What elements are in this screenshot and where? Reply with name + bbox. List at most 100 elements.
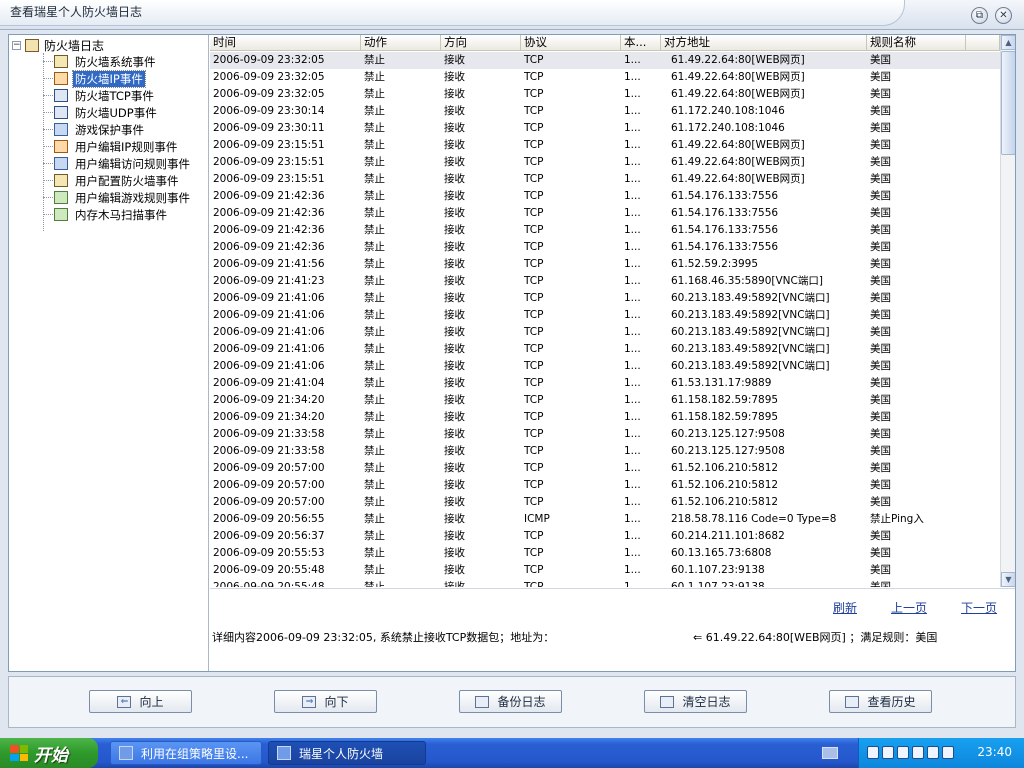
table-cell: ICMP [524, 513, 550, 525]
table-row[interactable]: 2006-09-09 23:32:05 禁止 接收 TCP 1... 61.49.22.6… [210, 86, 1000, 103]
table-row[interactable]: 2006-09-09 21:34:20 禁止 接收 TCP 1... 61.158.182… [210, 392, 1000, 409]
tree-item[interactable]: 防火墙系统事件 [40, 53, 192, 70]
vertical-scrollbar[interactable]: ▲ ▼ [1000, 35, 1015, 587]
ime-icon[interactable] [927, 746, 939, 759]
table-cell: 1... [624, 513, 641, 525]
table-row[interactable]: 2006-09-09 20:55:48 禁止 接收 TCP 1... 60.1.107.2… [210, 562, 1000, 579]
table-cell: 2006-09-09 21:42:36 [213, 190, 325, 202]
refresh-link[interactable]: 刷新 [833, 599, 857, 616]
table-row[interactable]: 2006-09-09 20:57:00 禁止 接收 TCP 1... 61.52.106.… [210, 494, 1000, 511]
umbrella-icon[interactable] [942, 746, 954, 759]
table-row[interactable]: 2006-09-09 23:15:51 禁止 接收 TCP 1... 61.49.22.6… [210, 154, 1000, 171]
column-header[interactable]: 时间 [210, 35, 361, 51]
table-cell: 1... [624, 547, 641, 559]
prev-page-link[interactable]: 上一页 [891, 599, 927, 616]
start-button[interactable]: 开始 [0, 738, 98, 768]
table-row[interactable]: 2006-09-09 21:34:20 禁止 接收 TCP 1... 61.158.182… [210, 409, 1000, 426]
table-row[interactable]: 2006-09-09 21:41:56 禁止 接收 TCP 1... 61.52.59.2… [210, 256, 1000, 273]
table-row[interactable]: 2006-09-09 23:30:14 禁止 接收 TCP 1... 61.172.240… [210, 103, 1000, 120]
tree-item[interactable]: 游戏保护事件 [40, 121, 192, 138]
view-history-button[interactable]: 查看历史 [829, 690, 932, 713]
table-row[interactable]: 2006-09-09 21:41:23 禁止 接收 TCP 1... 61.168.46.… [210, 273, 1000, 290]
table-cell: TCP [524, 530, 544, 542]
tree-item[interactable]: 防火墙IP事件 [40, 69, 192, 88]
table-row[interactable]: 2006-09-09 21:42:36 禁止 接收 TCP 1... 61.54.176.… [210, 239, 1000, 256]
table-row[interactable]: 2006-09-09 20:56:55 禁止 接收 ICMP 1... 218.58.78… [210, 511, 1000, 528]
column-header[interactable]: 动作 [361, 35, 441, 51]
log-icon [54, 55, 68, 68]
table-row[interactable]: 2006-09-09 21:33:58 禁止 接收 TCP 1... 60.213.125… [210, 443, 1000, 460]
backup-log-button[interactable]: 备份日志 [459, 690, 562, 713]
firewall-tray-icon[interactable] [882, 746, 894, 759]
table-cell: 61.54.176.133:7556 [671, 190, 779, 202]
table-row[interactable]: 2006-09-09 23:30:11 禁止 接收 TCP 1... 61.172.240… [210, 120, 1000, 137]
table-row[interactable]: 2006-09-09 20:55:48 禁止 接收 TCP 1... 60.1.107.2… [210, 579, 1000, 587]
table-row[interactable]: 2006-09-09 21:41:06 禁止 接收 TCP 1... 60.213.183… [210, 324, 1000, 341]
scroll-thumb[interactable] [1001, 51, 1015, 155]
table-cell: 禁止 [364, 207, 385, 219]
table-cell: 接收 [444, 411, 465, 423]
table-cell: 美国 [870, 547, 891, 559]
table-row[interactable]: 2006-09-09 20:57:00 禁止 接收 TCP 1... 61.52.106.… [210, 460, 1000, 477]
tree-root[interactable]: − 防火墙日志 [12, 37, 104, 53]
volume-icon[interactable] [912, 746, 924, 759]
tree-item-label: 防火墙TCP事件 [75, 88, 154, 103]
table-cell: 美国 [870, 54, 891, 66]
column-header[interactable]: 对方地址 [661, 35, 867, 51]
column-header[interactable]: 本... [621, 35, 661, 51]
table-row[interactable]: 2006-09-09 20:57:00 禁止 接收 TCP 1... 61.52.106.… [210, 477, 1000, 494]
column-header[interactable] [966, 35, 1000, 51]
next-page-link[interactable]: 下一页 [961, 599, 997, 616]
table-row[interactable]: 2006-09-09 21:41:06 禁止 接收 TCP 1... 60.213.183… [210, 341, 1000, 358]
table-cell: 禁止 [364, 513, 385, 525]
table-row[interactable]: 2006-09-09 23:15:51 禁止 接收 TCP 1... 61.49.22.6… [210, 171, 1000, 188]
tree-item[interactable]: 用户编辑IP规则事件 [40, 138, 192, 155]
taskbar-item-firewall[interactable]: 瑞星个人防火墙 [268, 741, 426, 765]
tree-item-label: 内存木马扫描事件 [75, 207, 167, 222]
network-icon[interactable] [867, 746, 879, 759]
tree-item[interactable]: 用户编辑游戏规则事件 [40, 189, 192, 206]
scroll-down-button[interactable]: ▼ [1001, 572, 1015, 587]
column-header[interactable]: 方向 [441, 35, 521, 51]
table-row[interactable]: 2006-09-09 23:32:05 禁止 接收 TCP 1... 61.49.22.6… [210, 69, 1000, 86]
column-header[interactable]: 协议 [521, 35, 621, 51]
tree-item[interactable]: 内存木马扫描事件 [40, 206, 192, 223]
arrow-right-icon: ⇒ [302, 695, 317, 708]
tree-item[interactable]: 防火墙TCP事件 [40, 87, 192, 104]
table-row[interactable]: 2006-09-09 21:41:06 禁止 接收 TCP 1... 60.213.183… [210, 307, 1000, 324]
table-row[interactable]: 2006-09-09 21:42:36 禁止 接收 TCP 1... 61.54.176.… [210, 222, 1000, 239]
tree-item[interactable]: 用户编辑访问规则事件 [40, 155, 192, 172]
table-row[interactable]: 2006-09-09 21:42:36 禁止 接收 TCP 1... 61.54.176.… [210, 205, 1000, 222]
table-cell: 美国 [870, 581, 891, 587]
table-cell: 接收 [444, 309, 465, 321]
table-cell: 美国 [870, 173, 891, 185]
table-row[interactable]: 2006-09-09 20:55:53 禁止 接收 TCP 1... 60.13.165.… [210, 545, 1000, 562]
table-row[interactable]: 2006-09-09 21:41:06 禁止 接收 TCP 1... 60.213.183… [210, 358, 1000, 375]
tree-item[interactable]: 用户配置防火墙事件 [40, 172, 192, 189]
table-row[interactable]: 2006-09-09 21:41:04 禁止 接收 TCP 1... 61.53.131.… [210, 375, 1000, 392]
down-button[interactable]: ⇒ 向下 [274, 690, 377, 713]
game-rule-icon [54, 191, 68, 204]
scroll-up-button[interactable]: ▲ [1001, 35, 1015, 50]
close-button[interactable]: ✕ [995, 7, 1012, 24]
table-row[interactable]: 2006-09-09 21:41:06 禁止 接收 TCP 1... 60.213.183… [210, 290, 1000, 307]
up-button[interactable]: ⇐ 向上 [89, 690, 192, 713]
table-row[interactable]: 2006-09-09 23:32:05 禁止 接收 TCP 1... 61.49.22.6… [210, 52, 1000, 69]
keyboard-icon[interactable] [822, 747, 838, 759]
column-header[interactable]: 规则名称 [867, 35, 966, 51]
table-row[interactable]: 2006-09-09 23:15:51 禁止 接收 TCP 1... 61.49.22.6… [210, 137, 1000, 154]
table-row[interactable]: 2006-09-09 20:56:37 禁止 接收 TCP 1... 60.214.211… [210, 528, 1000, 545]
collapse-icon[interactable]: − [12, 40, 21, 50]
table-row[interactable]: 2006-09-09 21:42:36 禁止 接收 TCP 1... 61.54.176.… [210, 188, 1000, 205]
table-cell: 禁止 [364, 122, 385, 134]
antivirus-tray-icon[interactable] [897, 746, 909, 759]
restore-button[interactable]: ⧉ [971, 7, 988, 24]
table-cell: TCP [524, 258, 544, 270]
table-cell: 接收 [444, 207, 465, 219]
table-cell: 接收 [444, 54, 465, 66]
taskbar-item-group-policy[interactable]: 利用在组策略里设... [110, 741, 262, 765]
table-row[interactable]: 2006-09-09 21:33:58 禁止 接收 TCP 1... 60.213.125… [210, 426, 1000, 443]
clear-log-button[interactable]: 清空日志 [644, 690, 747, 713]
table-cell: 1... [624, 173, 641, 185]
tree-item[interactable]: 防火墙UDP事件 [40, 104, 192, 121]
